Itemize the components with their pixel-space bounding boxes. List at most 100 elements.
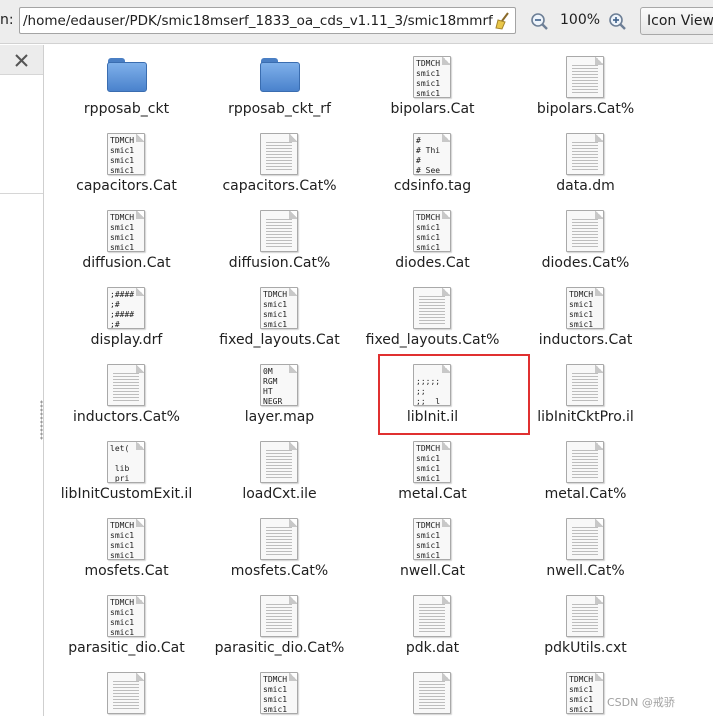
text-file-preview-icon: TDMCH smic1 smic1 smic1 (566, 672, 604, 714)
text-file-preview-icon: 0M RGM HT NEGR (260, 364, 298, 406)
text-file-preview-icon: TDMCH smic1 smic1 smic1 (260, 672, 298, 714)
text-file-preview-icon: TDMCH smic1 smic1 smic1 (260, 287, 298, 329)
file-item[interactable]: TDMCH smic1 smic1 smic1 inductors.Cat (509, 281, 662, 351)
file-item[interactable]: rpposab_ckt (50, 50, 203, 120)
file-item[interactable]: bipolars.Cat% (509, 50, 662, 120)
file-item[interactable]: capacitors.Cat% (203, 127, 356, 197)
file-item[interactable]: diffusion.Cat% (203, 204, 356, 274)
file-item[interactable]: libInitCktPro.il (509, 358, 662, 428)
file-item[interactable]: TDMCH smic1 smic1 smic1 bipolars.Cat (356, 50, 509, 120)
file-item[interactable]: TDMCH smic1 smic1 smic1 mosfets.Cat (50, 512, 203, 582)
file-item[interactable]: nwell.Cat% (509, 512, 662, 582)
file-item[interactable]: TDMCH smic1 smic1 smic1 parasitic_dio.Cat (50, 589, 203, 659)
text-file-preview-icon: TDMCH smic1 smic1 smic1 (413, 210, 451, 252)
folder-icon (107, 56, 147, 98)
file-item[interactable]: let( lib pri libInitCustomExit.il (50, 435, 203, 505)
file-item[interactable]: inductors.Cat% (50, 358, 203, 428)
file-name-label: parasitic_dio.Cat (68, 640, 185, 656)
file-name-label: rpposab_ckt_rf (228, 101, 331, 117)
file-item[interactable]: TDMCH smic1 smic1 smic1 metal.Cat (356, 435, 509, 505)
document-icon (260, 133, 298, 175)
file-name-label: capacitors.Cat (76, 178, 177, 194)
view-mode-select[interactable]: Icon View (640, 7, 713, 35)
document-icon (566, 210, 604, 252)
zoom-level: 100% (560, 12, 601, 28)
clear-broom-icon[interactable] (493, 11, 513, 31)
file-item[interactable]: TDMCH smic1 smic1 smic1 fixed_layouts.Cat (203, 281, 356, 351)
file-preview-text: 0M RGM HT NEGR (263, 367, 283, 406)
file-name-label: bipolars.Cat (390, 101, 475, 117)
file-item[interactable]: pdkUtils.cxt (509, 589, 662, 659)
file-preview-text: TDMCH smic1 smic1 smic1 (263, 675, 288, 714)
file-preview-text: TDMCH smic1 smic1 smic1 (416, 59, 441, 98)
text-file-preview-icon: let( lib pri (107, 441, 145, 483)
text-file-preview-icon: TDMCH smic1 smic1 smic1 (107, 210, 145, 252)
file-item[interactable]: rpposab_ckt_rf (203, 50, 356, 120)
text-file-preview-icon: TDMCH smic1 smic1 smic1 (107, 518, 145, 560)
file-preview-text: # # Thi # # See (416, 136, 441, 175)
file-name-label: cdsinfo.tag (393, 178, 472, 194)
file-preview-text: TDMCH smic1 smic1 smic1 (416, 213, 441, 252)
file-preview-text: TDMCH smic1 smic1 smic1 (110, 136, 135, 175)
location-toolbar: n: /home/edauser/PDK/smic18mserf_1833_oa… (0, 0, 713, 44)
file-preview-text: TDMCH smic1 smic1 smic1 (110, 598, 135, 637)
file-name-label: libInitCustomExit.il (60, 486, 193, 502)
file-item[interactable]: TDMCH smic1 smic1 smic1 diodes.Cat (356, 204, 509, 274)
text-file-preview-icon: TDMCH smic1 smic1 smic1 (107, 595, 145, 637)
side-pane-divider (0, 193, 43, 194)
file-name-label: bipolars.Cat% (536, 101, 635, 117)
file-name-label: diffusion.Cat (82, 255, 171, 271)
file-item[interactable]: diodes.Cat% (509, 204, 662, 274)
file-name-label: metal.Cat (398, 486, 467, 502)
file-item[interactable] (356, 666, 509, 716)
file-name-label: fixed_layouts.Cat (219, 332, 340, 348)
file-item[interactable]: # # Thi # # See cdsinfo.tag (356, 127, 509, 197)
file-name-label: rpposab_ckt (83, 101, 170, 117)
file-item[interactable] (50, 666, 203, 716)
document-icon (260, 595, 298, 637)
file-item[interactable]: TDMCH smic1 smic1 smic1 nwell.Cat (356, 512, 509, 582)
file-name-label: pdkUtils.cxt (544, 640, 627, 656)
file-name-label: diffusion.Cat% (228, 255, 331, 271)
location-input[interactable]: /home/edauser/PDK/smic18mserf_1833_oa_cd… (19, 7, 516, 34)
zoom-in-icon[interactable] (608, 12, 627, 31)
file-name-label: diodes.Cat (395, 255, 470, 271)
file-item[interactable]: TDMCH smic1 smic1 smic1 (203, 666, 356, 716)
file-item[interactable]: 0M RGM HT NEGR layer.map (203, 358, 356, 428)
selection-highlight (378, 354, 530, 435)
file-item[interactable]: TDMCH smic1 smic1 smic1 diffusion.Cat (50, 204, 203, 274)
file-preview-text: TDMCH smic1 smic1 smic1 (110, 213, 135, 252)
close-icon[interactable] (14, 53, 29, 68)
file-item[interactable]: mosfets.Cat% (203, 512, 356, 582)
file-name-label: nwell.Cat (399, 563, 465, 579)
document-icon (107, 364, 145, 406)
text-file-preview-icon: TDMCH smic1 smic1 smic1 (566, 287, 604, 329)
text-file-preview-icon: # # Thi # # See (413, 133, 451, 175)
file-item[interactable]: TDMCH smic1 smic1 smic1 capacitors.Cat (50, 127, 203, 197)
document-icon (260, 518, 298, 560)
file-preview-text: TDMCH smic1 smic1 smic1 (569, 290, 594, 329)
document-icon (566, 518, 604, 560)
document-icon (413, 672, 451, 714)
text-file-preview-icon: TDMCH smic1 smic1 smic1 (107, 133, 145, 175)
zoom-out-icon[interactable] (530, 12, 549, 31)
file-item[interactable]: loadCxt.ile (203, 435, 356, 505)
document-icon (566, 595, 604, 637)
file-preview-text: ;#### ;# ;#### ;# (110, 290, 135, 329)
file-item[interactable]: parasitic_dio.Cat% (203, 589, 356, 659)
location-label: n: (0, 12, 14, 28)
text-file-preview-icon: TDMCH smic1 smic1 smic1 (413, 518, 451, 560)
file-item[interactable]: data.dm (509, 127, 662, 197)
text-file-preview-icon: TDMCH smic1 smic1 smic1 (413, 56, 451, 98)
file-name-label: inductors.Cat (538, 332, 633, 348)
file-name-label: data.dm (556, 178, 615, 194)
folder-icon (260, 56, 300, 98)
document-icon (413, 287, 451, 329)
file-preview-text: let( lib pri (110, 444, 130, 483)
file-item[interactable]: pdk.dat (356, 589, 509, 659)
file-item[interactable]: fixed_layouts.Cat% (356, 281, 509, 351)
file-name-label: fixed_layouts.Cat% (365, 332, 500, 348)
side-pane (0, 45, 44, 716)
file-item[interactable]: metal.Cat% (509, 435, 662, 505)
file-item[interactable]: ;#### ;# ;#### ;# display.drf (50, 281, 203, 351)
